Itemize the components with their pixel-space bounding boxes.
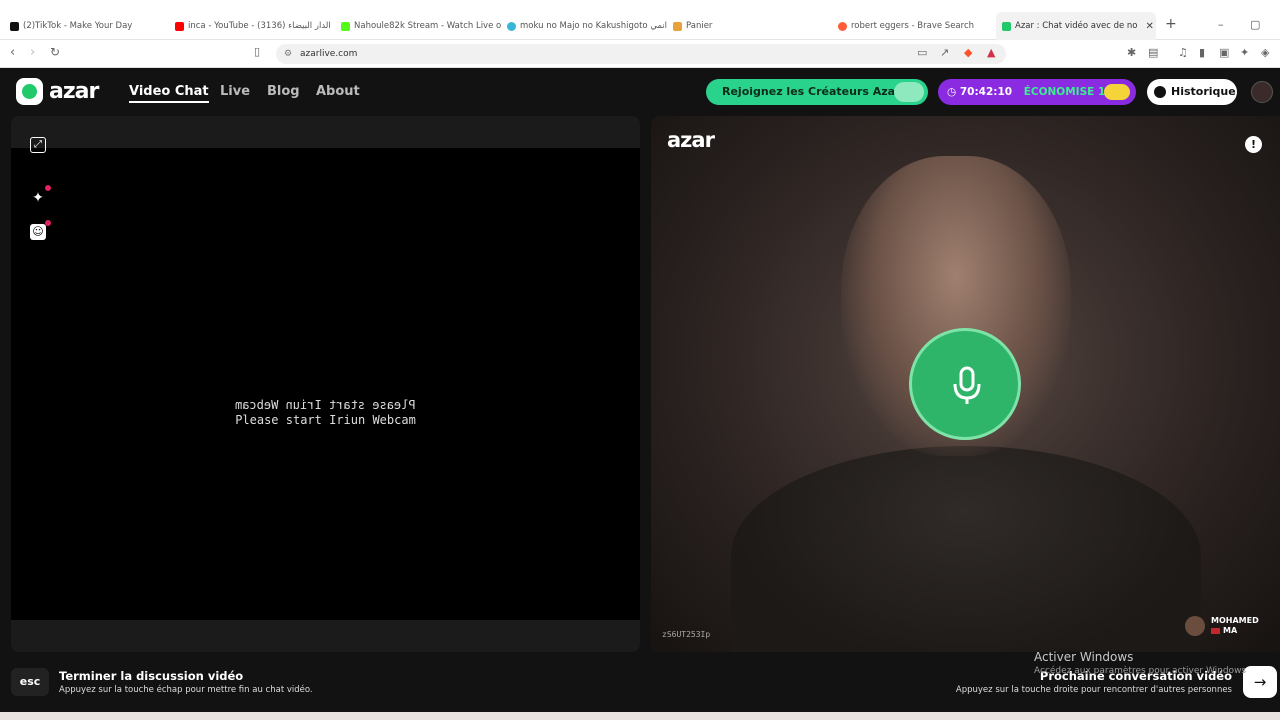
close-tab-icon[interactable]: ✕ <box>1146 21 1154 32</box>
effects-sparkle-icon[interactable]: ✦ <box>30 190 46 206</box>
maximize-icon[interactable]: ▢ <box>1250 18 1260 31</box>
brave-rewards-icon[interactable]: ▲ <box>987 46 995 59</box>
brave-shield-icon[interactable]: ◆ <box>964 46 972 59</box>
activate-windows-title: Activer Windows <box>1034 650 1134 664</box>
end-chat-subtitle: Appuyez sur la touche échap pour mettre … <box>59 685 313 695</box>
kick-icon <box>341 21 350 31</box>
esc-key-button[interactable]: esc <box>11 668 49 696</box>
site-header: azar Video Chat Live Blog About Rejoigne… <box>0 68 1280 116</box>
vpn-icon[interactable]: ◈ <box>1261 46 1269 59</box>
reload-icon[interactable]: ↻ <box>50 45 60 59</box>
partner-country: MA <box>1223 626 1238 635</box>
share-icon[interactable]: ↗ <box>940 46 949 59</box>
partner-panel-logo: azar <box>667 128 715 152</box>
azar-favicon-icon <box>1002 21 1011 31</box>
browser-tab[interactable]: Nahoule82k Stream - Watch Live on <box>341 12 501 40</box>
leo-icon[interactable]: ✦ <box>1240 46 1249 59</box>
promo-timer-button[interactable]: ◷ 70:42:10 ÉCONOMISE 15% <box>938 79 1136 105</box>
cast-icon[interactable]: ▭ <box>917 46 927 59</box>
partner-name: MOHAMED <box>1211 616 1259 625</box>
microphone-button[interactable] <box>909 328 1021 440</box>
browser-tab[interactable]: (2)TikTok - Make Your Day <box>10 12 170 40</box>
taskbar-strip <box>0 712 1280 720</box>
sidebar-icon[interactable]: ▤ <box>1148 46 1158 59</box>
creators-illustration-icon <box>894 82 924 102</box>
media-icon[interactable]: ♫ <box>1178 46 1188 59</box>
nav-live[interactable]: Live <box>220 84 250 99</box>
forward-icon[interactable]: › <box>30 45 35 60</box>
back-icon[interactable]: ‹ <box>10 45 15 60</box>
new-tab-icon[interactable]: + <box>1165 16 1177 32</box>
partner-video-panel: azar ! zS6UT253Ip MOHAMED MA <box>651 116 1280 652</box>
report-icon[interactable]: ! <box>1245 136 1262 153</box>
own-video-feed: Please start Iriun Webcam Please start I… <box>11 148 640 620</box>
browser-tab[interactable]: Panier <box>673 12 823 40</box>
history-icon <box>1154 86 1166 98</box>
browser-tab[interactable]: inca - YouTube - الدار البيضاء (3136) <box>175 12 335 40</box>
history-button[interactable]: Historique <box>1147 79 1237 105</box>
site-info-icon[interactable]: ⚙ <box>284 44 292 64</box>
coins-icon <box>1104 84 1130 100</box>
partner-info[interactable]: MOHAMED MA <box>1185 616 1259 636</box>
browser-tab-active[interactable]: Azar : Chat vidéo avec de no ✕ <box>996 12 1156 40</box>
azar-app: azar Video Chat Live Blog About Rejoigne… <box>0 68 1280 720</box>
expand-icon[interactable]: ⤢ <box>30 137 46 153</box>
url-field[interactable]: ⚙ azarlive.com <box>276 44 1006 64</box>
tiktok-icon <box>10 21 19 31</box>
partner-user-id: zS6UT253Ip <box>662 630 711 639</box>
browser-tab[interactable]: moku no Majo no Kakushigoto انمي <box>507 12 667 40</box>
partner-body-blur <box>731 446 1201 652</box>
browser-tab[interactable]: robert eggers - Brave Search <box>838 12 988 40</box>
promo-timer: 70:42:10 <box>959 86 1013 98</box>
next-chat-subtitle: Appuyez sur la touche droite pour rencon… <box>955 685 1232 695</box>
browser-tab-bar: (2)TikTok - Make Your Day inca - YouTube… <box>0 12 1280 40</box>
own-video-panel: Please start Iriun Webcam Please start I… <box>11 116 640 652</box>
nav-blog[interactable]: Blog <box>267 84 300 99</box>
brave-search-icon <box>838 21 847 31</box>
join-creators-button[interactable]: Rejoignez les Créateurs Azar <box>706 79 928 105</box>
arrow-right-icon: → <box>1253 673 1267 691</box>
notification-dot <box>45 220 51 226</box>
bookmark-icon[interactable]: ▯ <box>254 45 260 58</box>
extensions-icon[interactable]: ✱ <box>1127 46 1136 59</box>
anime-site-icon <box>507 21 516 31</box>
sticker-face-icon[interactable]: ☺ <box>30 224 46 240</box>
activate-windows-subtitle: Accédez aux paramètres pour activer Wind… <box>1034 666 1247 676</box>
wallet-icon[interactable]: ▣ <box>1219 46 1229 59</box>
cart-icon <box>673 21 682 31</box>
reader-icon[interactable]: ▮ <box>1199 46 1205 59</box>
azar-logo-icon <box>16 78 43 105</box>
clock-icon: ◷ <box>947 86 957 98</box>
webcam-message: Please start Iriun Webcam Please start I… <box>235 398 416 427</box>
avatar[interactable] <box>1251 81 1273 103</box>
next-chat-button[interactable]: → <box>1243 666 1277 698</box>
nav-about[interactable]: About <box>316 84 360 99</box>
nav-video-chat[interactable]: Video Chat <box>129 84 209 103</box>
morocco-flag-icon <box>1211 627 1220 634</box>
youtube-icon <box>175 21 184 31</box>
notification-dot <box>45 185 51 191</box>
partner-avatar <box>1185 616 1205 636</box>
azar-logo[interactable]: azar <box>16 78 99 105</box>
microphone-icon <box>953 366 981 404</box>
end-chat-title: Terminer la discussion vidéo <box>59 669 244 683</box>
address-bar-row: ‹ › ↻ ▯ ⚙ azarlive.com ▭ ↗ ◆ ▲ ✱ ▤ ♫ ▮ ▣… <box>0 40 1280 68</box>
minimize-icon[interactable]: – <box>1218 18 1224 31</box>
window-top-strip <box>0 0 1280 12</box>
